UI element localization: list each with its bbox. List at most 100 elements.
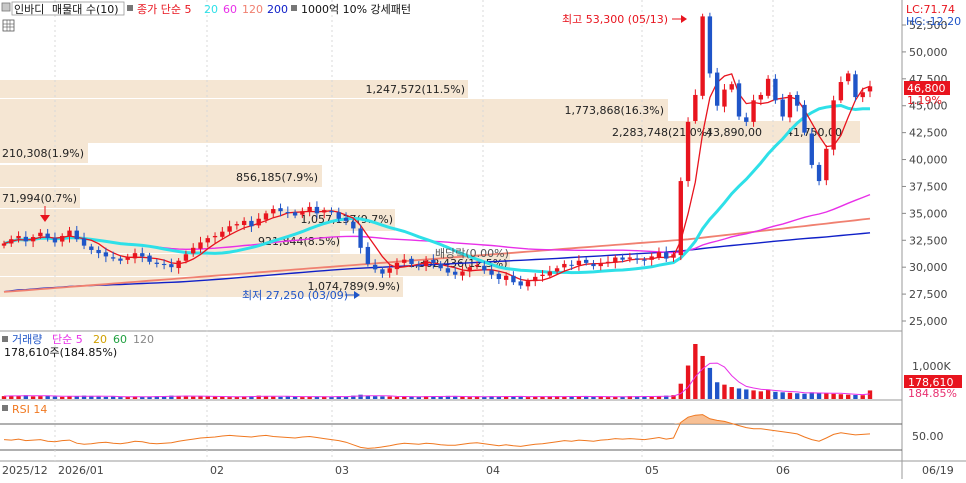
candle-body bbox=[343, 217, 349, 221]
price-tick: 25,000 bbox=[909, 315, 948, 328]
candle-body bbox=[671, 254, 676, 258]
hc-readout: HC:-12.20 bbox=[906, 15, 961, 28]
candle-body bbox=[161, 263, 167, 266]
candle-body bbox=[540, 274, 545, 277]
legend-profile-note: 1000억 10% 강세패턴 bbox=[301, 3, 411, 16]
candle-body bbox=[751, 100, 756, 122]
candle-body bbox=[372, 264, 378, 270]
candle-body bbox=[351, 221, 356, 229]
rsi-tick: 50.00 bbox=[912, 430, 944, 443]
candle-body bbox=[336, 212, 341, 219]
volume-bar bbox=[271, 396, 276, 399]
volume-bar bbox=[110, 396, 116, 399]
candle-body bbox=[154, 262, 160, 264]
volume-bar bbox=[773, 391, 778, 399]
volume-bar bbox=[52, 396, 58, 399]
candle-body bbox=[241, 220, 247, 225]
candle-body bbox=[329, 210, 334, 213]
candle-body bbox=[169, 264, 174, 268]
volume-bar bbox=[838, 394, 844, 399]
legend-ma20: 20 bbox=[204, 3, 218, 16]
volume-bar bbox=[831, 393, 836, 399]
date-tick: 03 bbox=[335, 464, 349, 477]
candle-body bbox=[831, 100, 836, 150]
panel-toggle-icon[interactable] bbox=[1, 2, 11, 12]
candle-body bbox=[853, 74, 858, 98]
candle-body bbox=[140, 253, 145, 257]
candle-body bbox=[45, 233, 50, 239]
candle-body bbox=[613, 257, 618, 263]
candle-body bbox=[460, 271, 465, 276]
candle-body bbox=[205, 238, 210, 243]
volume-bar bbox=[853, 394, 858, 399]
candle-body bbox=[271, 209, 276, 214]
volume-bar bbox=[496, 396, 502, 399]
legend-volume-last: 178,610주(184.85%) bbox=[4, 346, 117, 359]
candle-body bbox=[664, 252, 669, 259]
volume-bar bbox=[263, 396, 269, 399]
candle-body bbox=[656, 252, 662, 258]
date-tick: 2025/12 bbox=[2, 464, 48, 477]
candle-body bbox=[722, 89, 727, 107]
legend-volume: 거래량 bbox=[12, 333, 42, 346]
candle-body bbox=[67, 230, 72, 237]
candle-body bbox=[431, 259, 436, 263]
candle-body bbox=[212, 235, 218, 238]
candle-body bbox=[787, 94, 793, 118]
volume-bar bbox=[787, 392, 793, 399]
stock-chart[interactable]: 1,247,572(11.5%) 1,773,868(16.3%) 2,283,… bbox=[0, 0, 966, 479]
volume-bar bbox=[227, 397, 232, 399]
candle-body bbox=[736, 83, 742, 117]
candle-body bbox=[220, 231, 225, 237]
candle-body bbox=[387, 268, 392, 273]
price-tick: 27,500 bbox=[909, 288, 948, 301]
candle-body bbox=[489, 270, 494, 275]
volume-bar bbox=[60, 396, 65, 399]
legend-volume-ma60: 60 bbox=[113, 333, 127, 346]
candle-body bbox=[678, 181, 683, 256]
candle-body bbox=[453, 271, 458, 275]
volume-bar bbox=[460, 396, 465, 399]
candle-body bbox=[249, 220, 254, 227]
candle-body bbox=[234, 224, 240, 226]
price-tick: 50,000 bbox=[909, 46, 948, 59]
candle-body bbox=[584, 259, 589, 263]
volume-bar bbox=[380, 396, 385, 399]
candle-body bbox=[533, 276, 538, 282]
candle-body bbox=[118, 258, 123, 261]
candle-body bbox=[191, 247, 196, 254]
profile-label: 1,247,572(11.5%) bbox=[365, 83, 465, 96]
volume-bar bbox=[758, 391, 764, 399]
price-tick: 42,500 bbox=[909, 127, 948, 140]
candle-body bbox=[765, 78, 771, 96]
price-tick: 32,500 bbox=[909, 234, 948, 247]
candle-body bbox=[198, 242, 203, 249]
volume-bar bbox=[729, 387, 734, 399]
legend-ma200: 200 bbox=[267, 3, 288, 16]
grid-icon[interactable] bbox=[2, 19, 15, 32]
legend-ma5: 종가 단순 5 bbox=[137, 3, 191, 16]
candle-body bbox=[103, 252, 109, 257]
profile-label: 71,994(0.7%) bbox=[2, 192, 77, 205]
volume-bar bbox=[118, 397, 123, 399]
volume-bar bbox=[103, 396, 109, 399]
candle-body bbox=[74, 230, 79, 240]
candle-body bbox=[547, 271, 552, 276]
price-tick: 37,500 bbox=[909, 180, 948, 193]
candle-body bbox=[525, 281, 531, 287]
candle-body bbox=[409, 258, 414, 264]
price-tag-change: 1.19% bbox=[907, 94, 942, 107]
legend-profile: 매물대 수(10) bbox=[52, 3, 119, 16]
candle-body bbox=[562, 263, 567, 268]
date-tick: 05 bbox=[645, 464, 659, 477]
candle-body bbox=[416, 264, 421, 267]
volume-bar bbox=[751, 390, 756, 399]
volume-bar bbox=[605, 397, 611, 399]
dividend-label: 배당락(0.00%) bbox=[435, 247, 509, 260]
legend-ma120: 120 bbox=[242, 3, 263, 16]
volume-tick: 1,000K bbox=[912, 360, 951, 373]
candle-body bbox=[125, 257, 130, 260]
volume-bar bbox=[278, 396, 283, 399]
candle-body bbox=[278, 208, 283, 212]
candle-body bbox=[30, 237, 36, 242]
